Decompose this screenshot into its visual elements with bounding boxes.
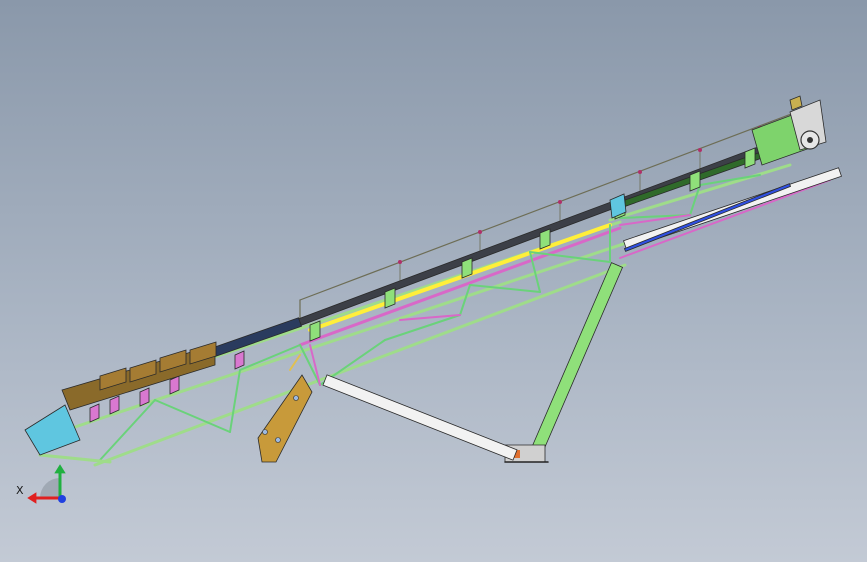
axis-triad: [27, 464, 66, 504]
adjustable-strut-screw: [289, 354, 301, 371]
adjustable-strut-body: [257, 374, 313, 463]
support-leg-main: [528, 262, 624, 458]
cad-viewport[interactable]: X: [0, 0, 867, 562]
idler-roller: [689, 170, 701, 192]
belt-main-section: [298, 146, 762, 326]
truss-diagonal: [229, 369, 241, 433]
hopper-front: [24, 404, 81, 456]
idler-roller: [461, 257, 473, 279]
triad-z-axis: [58, 495, 66, 503]
triad-plane: [40, 478, 60, 498]
adjustable-strut-bolt: [262, 429, 268, 435]
head-pulley-hub: [807, 137, 813, 143]
truss-diagonal: [239, 344, 301, 371]
tension-rod[interactable]: [322, 167, 842, 461]
idler-roller: [309, 320, 321, 342]
truss-brace: [309, 344, 321, 386]
guard-rail-post-cap: [638, 170, 642, 174]
support-leg[interactable]: [504, 262, 624, 463]
guard-rail-post-cap: [478, 230, 482, 234]
idler-roller: [234, 350, 245, 370]
adjustable-strut[interactable]: [257, 354, 313, 463]
guard-rail-post-cap: [698, 148, 702, 152]
axis-x-label: X: [16, 484, 24, 497]
guard-rail-post-cap: [558, 200, 562, 204]
conveyor-model[interactable]: [0, 0, 867, 562]
idler-roller: [744, 147, 756, 169]
truss-diagonal: [459, 284, 471, 316]
idler-roller: [384, 287, 396, 309]
guard-rail-post-cap: [398, 260, 402, 264]
tension-rod-lower: [322, 374, 518, 461]
drive-unit[interactable]: [751, 95, 827, 166]
truss-tail-foot: [38, 453, 112, 464]
idler-roller: [539, 228, 551, 250]
adjustable-strut-bolt: [293, 395, 299, 401]
adjustable-strut-bolt: [275, 437, 281, 443]
triad-y-arrow: [54, 464, 66, 474]
triad-x-arrow: [27, 492, 37, 504]
